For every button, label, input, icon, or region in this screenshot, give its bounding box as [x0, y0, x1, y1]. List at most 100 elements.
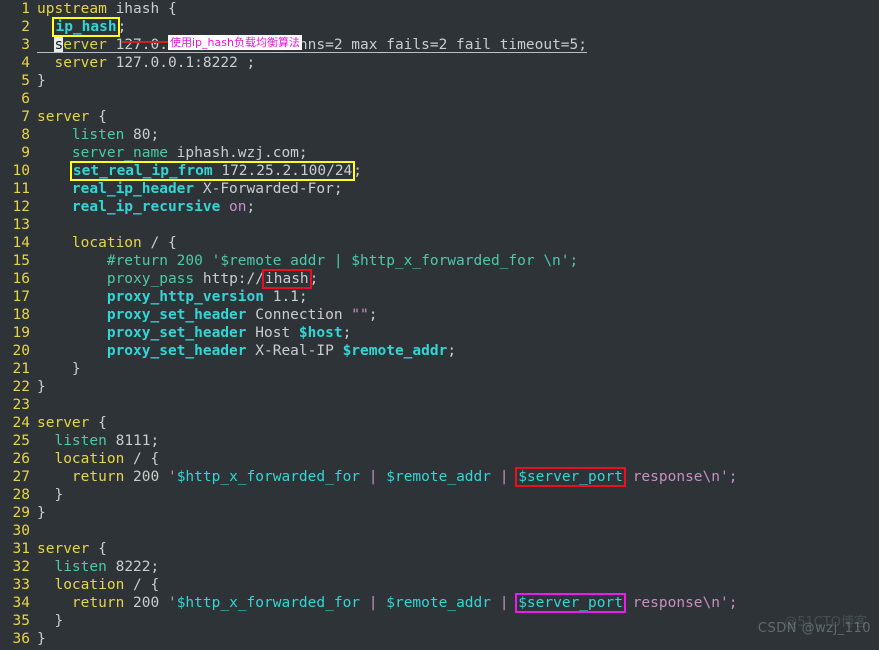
- token-keyword: location: [72, 235, 142, 251]
- line-number: 10: [0, 162, 33, 180]
- line-content: proxy_http_version 1.1;: [33, 288, 879, 306]
- code-line: 36 }: [0, 630, 879, 648]
- token-variable: $remote_addr: [343, 343, 448, 359]
- line-number: 19: [0, 324, 33, 342]
- line-number: 20: [0, 342, 33, 360]
- token-plain: / {: [124, 451, 159, 467]
- token-plain: 200: [124, 469, 168, 485]
- token-directive: proxy_http_version: [107, 289, 264, 305]
- token-string: response\n';: [624, 469, 738, 485]
- token-plain: X-Real-IP: [247, 343, 343, 359]
- token-indent: [37, 433, 54, 449]
- token-indent: [37, 145, 72, 161]
- token-plain: 200: [124, 595, 168, 611]
- code-line: 25 listen 8111;: [0, 432, 879, 450]
- code-line: 18 proxy_set_header Connection "";: [0, 306, 879, 324]
- code-line: 24 server {: [0, 414, 879, 432]
- token-indent: [37, 163, 72, 179]
- line-number: 21: [0, 360, 33, 378]
- line-content: return 200 '$http_x_forwarded_for | $rem…: [33, 594, 879, 612]
- token-directive: proxy_set_header: [107, 343, 247, 359]
- token-string: response\n';: [624, 595, 738, 611]
- token-indent: [37, 37, 54, 53]
- line-number: 26: [0, 450, 33, 468]
- token-punct: ;: [118, 19, 127, 35]
- code-line: 14 location / {: [0, 234, 879, 252]
- code-line: 12 real_ip_recursive on;: [0, 198, 879, 216]
- line-number: 17: [0, 288, 33, 306]
- token-indent: [37, 343, 107, 359]
- code-line: 6: [0, 90, 879, 108]
- line-content: proxy_pass http://ihash;: [33, 270, 879, 288]
- token-keyword: return: [72, 595, 124, 611]
- token-indent: [37, 19, 54, 35]
- token-indent: [37, 451, 54, 467]
- token-indent: [37, 271, 107, 287]
- code-line: 16 proxy_pass http://ihash;: [0, 270, 879, 288]
- token-directive: real_ip_header: [72, 181, 194, 197]
- line-content: }: [33, 504, 879, 522]
- line-number: 2: [0, 18, 33, 36]
- line-content: listen 8222;: [33, 558, 879, 576]
- code-line: 33 location / {: [0, 576, 879, 594]
- token-punct: ;: [353, 163, 362, 179]
- token-indent: [37, 307, 107, 323]
- line-content: server {: [33, 540, 879, 558]
- token-indent: [37, 325, 107, 341]
- line-number: 11: [0, 180, 33, 198]
- line-content: location / {: [33, 450, 879, 468]
- code-line: 23: [0, 396, 879, 414]
- line-content: server_name iphash.wzj.com;: [33, 144, 879, 162]
- annotation-label: 使用ip_hash负载均衡算法: [168, 35, 302, 50]
- token-keyword: server: [37, 415, 89, 431]
- line-number: 30: [0, 522, 33, 540]
- token-indent: [37, 181, 72, 197]
- token-punct: }: [37, 613, 63, 629]
- line-content: return 200 '$http_x_forwarded_for | $rem…: [33, 468, 879, 486]
- line-number: 3: [0, 36, 33, 54]
- highlight-box-set-real-ip-from: set_real_ip_from 172.25.2.100/24: [72, 163, 353, 179]
- highlight-box-server-port-8111: $server_port: [517, 469, 624, 485]
- code-line: 34 return 200 '$http_x_forwarded_for | $…: [0, 594, 879, 612]
- line-content: }: [33, 630, 879, 648]
- token-plain: 127.0.0.1:8222 ;: [107, 55, 255, 71]
- token-directive: listen: [72, 127, 124, 143]
- code-editor-pane[interactable]: 1 upstream ihash { 2 ip_hash; 使用ip_hash负…: [0, 0, 879, 650]
- token-directive: set_real_ip_from: [73, 163, 213, 179]
- leader-line: [122, 41, 168, 43]
- line-number: 32: [0, 558, 33, 576]
- code-line: 22 }: [0, 378, 879, 396]
- line-content: server {: [33, 414, 879, 432]
- token-keyword: location: [54, 577, 124, 593]
- token-keyword: return: [72, 469, 124, 485]
- code-line: 10 set_real_ip_from 172.25.2.100/24;: [0, 162, 879, 180]
- token-directive: proxy_set_header: [107, 307, 247, 323]
- token-plain: Connection: [247, 307, 352, 323]
- token-plain: http://: [194, 271, 264, 287]
- line-number: 12: [0, 198, 33, 216]
- line-number: 22: [0, 378, 33, 396]
- token-plain: 1.1;: [264, 289, 308, 305]
- line-content: }: [33, 378, 879, 396]
- line-number: 4: [0, 54, 33, 72]
- code-line: 1 upstream ihash {: [0, 0, 879, 18]
- code-line: 11 real_ip_header X-Forwarded-For;: [0, 180, 879, 198]
- line-content: upstream ihash {: [33, 0, 879, 18]
- token-indent: [37, 253, 107, 269]
- line-number: 16: [0, 270, 33, 288]
- line-number: 15: [0, 252, 33, 270]
- highlight-box-server-port-8222: $server_port: [517, 595, 624, 611]
- code-line: 19 proxy_set_header Host $host;: [0, 324, 879, 342]
- token-plain: / {: [142, 235, 177, 251]
- token-punct: }: [37, 73, 46, 89]
- token-indent: [37, 127, 72, 143]
- code-line: 26 location / {: [0, 450, 879, 468]
- token-variable: $host: [299, 325, 343, 341]
- line-content: listen 8111;: [33, 432, 879, 450]
- token-quote: ': [168, 469, 177, 485]
- code-line: 7 server {: [0, 108, 879, 126]
- token-plain: X-Forwarded-For;: [194, 181, 342, 197]
- line-number: 8: [0, 126, 33, 144]
- line-number: 9: [0, 144, 33, 162]
- token-plain: / {: [124, 577, 159, 593]
